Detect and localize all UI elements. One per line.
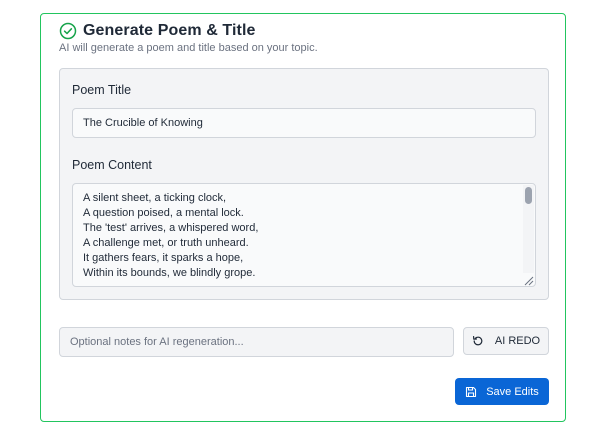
save-icon	[465, 386, 477, 398]
poem-line: It gathers fears, it sparks a hope,	[83, 252, 244, 264]
vertical-scrollbar[interactable]	[523, 185, 534, 273]
poem-content-textarea[interactable]: A silent sheet, a ticking clock, A quest…	[72, 183, 536, 287]
poem-line: Within its bounds, we blindly grope.	[83, 267, 256, 279]
scrollbar-thumb[interactable]	[525, 187, 532, 204]
resize-handle-icon[interactable]	[522, 273, 534, 286]
poem-line: A silent sheet, a ticking clock,	[83, 192, 227, 204]
card-header: Generate Poem & Title	[59, 22, 256, 40]
poem-line: A challenge met, or truth unheard.	[83, 237, 249, 249]
poem-line: The 'test' arrives, a whispered word,	[83, 222, 259, 234]
poem-title-label: Poem Title	[72, 83, 132, 97]
poem-panel: Poem Title Poem Content A silent sheet, …	[59, 68, 549, 300]
poem-content-label: Poem Content	[72, 158, 152, 172]
regeneration-notes-input[interactable]	[59, 327, 454, 357]
card-subtitle: AI will generate a poem and title based …	[59, 42, 318, 54]
rotate-ccw-icon	[472, 335, 484, 347]
save-edits-button[interactable]: Save Edits	[455, 378, 549, 405]
poem-line: A question poised, a mental lock.	[83, 207, 244, 219]
ai-redo-label: AI REDO	[494, 335, 541, 347]
ai-redo-button[interactable]: AI REDO	[463, 327, 549, 355]
poem-content-text: A silent sheet, a ticking clock, A quest…	[83, 191, 258, 281]
save-edits-label: Save Edits	[486, 385, 539, 398]
check-circle-icon	[59, 22, 77, 40]
generate-poem-card: Generate Poem & Title AI will generate a…	[40, 13, 566, 422]
card-title: Generate Poem & Title	[83, 22, 256, 39]
poem-title-input[interactable]	[72, 108, 536, 138]
